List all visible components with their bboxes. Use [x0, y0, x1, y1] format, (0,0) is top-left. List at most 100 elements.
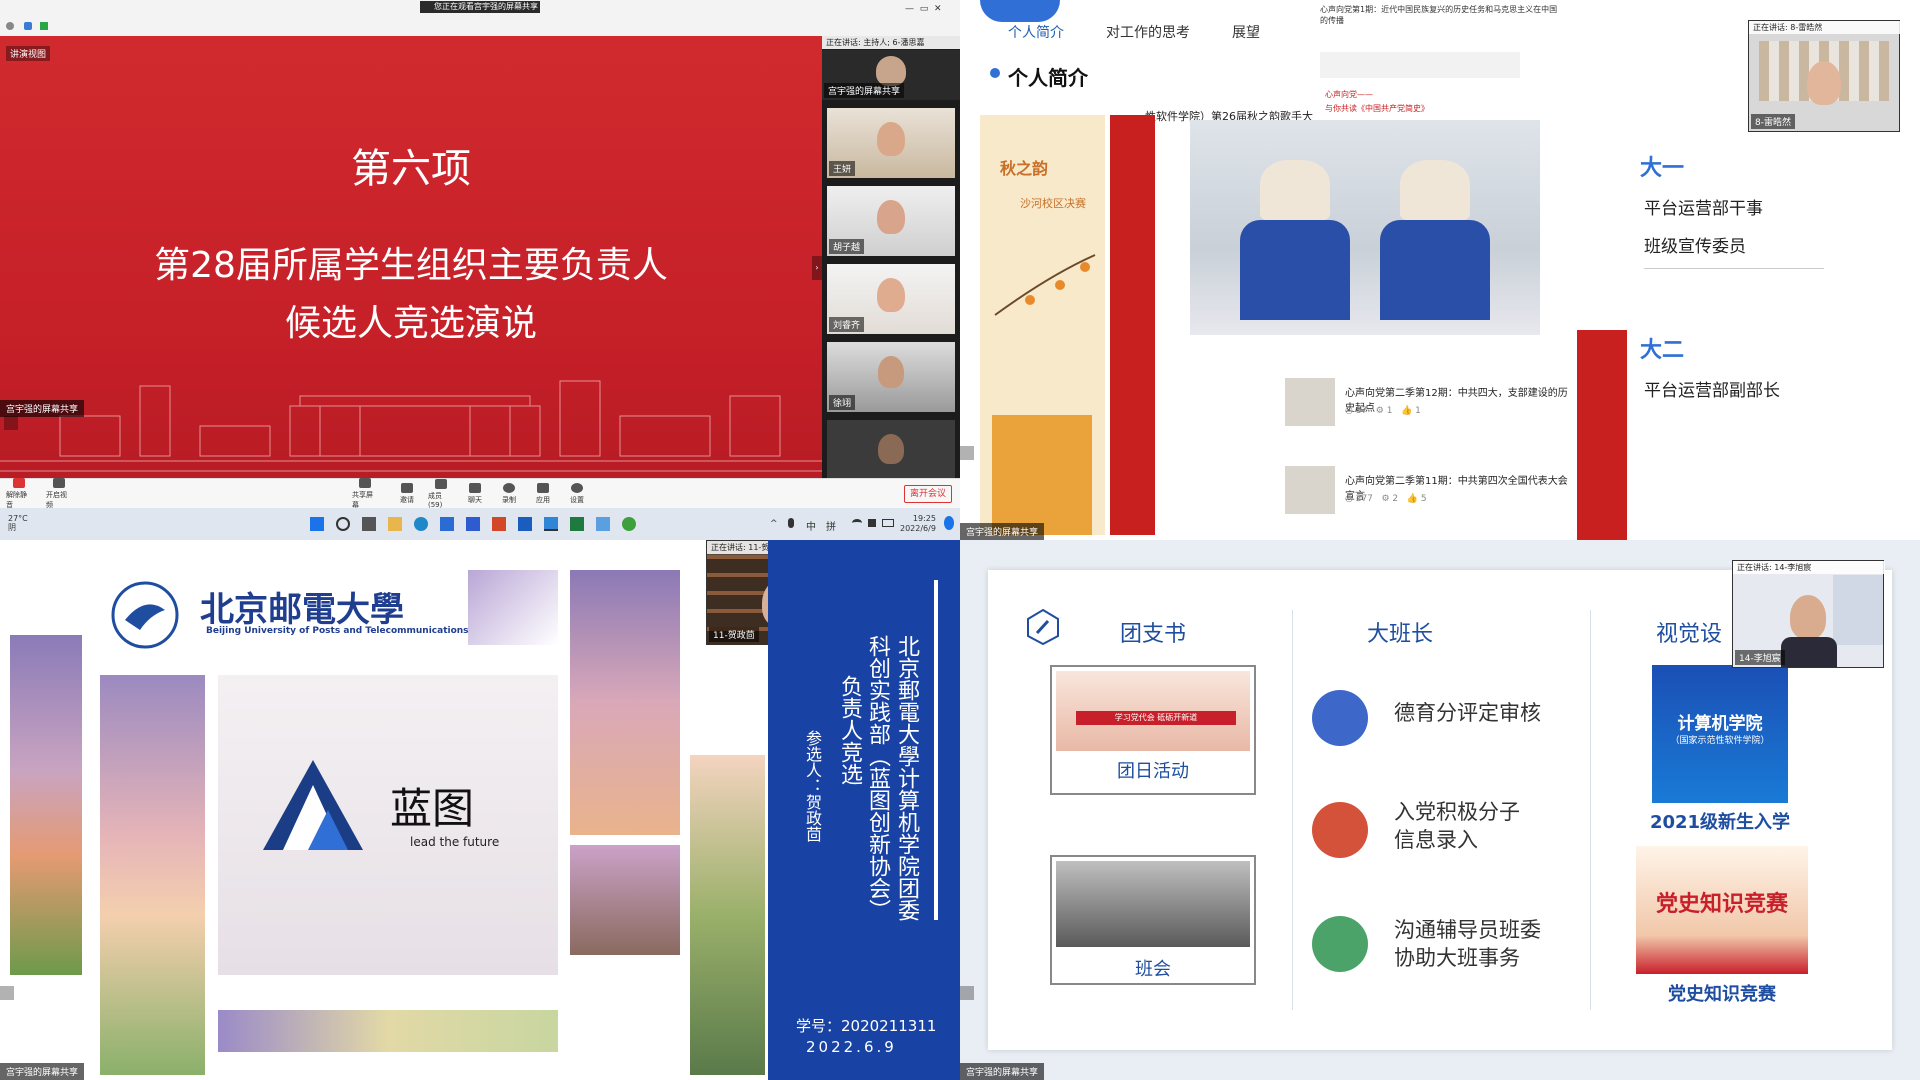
- battery-icon[interactable]: [882, 519, 894, 527]
- feed-thumb: [1285, 378, 1335, 426]
- apps-button[interactable]: 应用: [530, 482, 556, 505]
- chat-button[interactable]: 聊天: [462, 482, 488, 505]
- volunteer-photo: [1190, 120, 1540, 335]
- section-title: 个人简介: [1008, 66, 1088, 90]
- leave-meeting-button[interactable]: 离开会议: [904, 485, 952, 503]
- invite-icon: [401, 482, 413, 493]
- decor-panel: [100, 675, 205, 1075]
- avatar: [878, 356, 904, 388]
- collapse-arrow-icon[interactable]: ›: [812, 256, 822, 280]
- meeting-app-icon[interactable]: [544, 517, 558, 531]
- vertical-title-3: 负责人竞选: [837, 675, 862, 785]
- weather-widget[interactable]: 27°C 阴: [8, 514, 28, 532]
- list-icon[interactable]: [4, 416, 18, 430]
- caption-1: 团日活动: [1117, 761, 1189, 782]
- members-button[interactable]: 成员(59): [428, 478, 454, 509]
- mute-button[interactable]: 解除静音: [6, 477, 32, 510]
- participant-tile[interactable]: 胡子越: [827, 186, 955, 256]
- search-icon[interactable]: [336, 517, 350, 531]
- info-icon[interactable]: [6, 22, 14, 30]
- mail-icon[interactable]: [440, 517, 454, 531]
- red-heading-2: 与你共读《中国共产党简史》: [1325, 104, 1429, 113]
- comment-box[interactable]: [1320, 52, 1520, 78]
- task-view-icon[interactable]: [362, 517, 376, 531]
- tab-outlook[interactable]: 展望: [1232, 22, 1260, 42]
- clock[interactable]: 19:25 2022/6/9: [900, 514, 936, 534]
- persimmon-branch: [994, 254, 1096, 316]
- speaker-video[interactable]: 正在讲话: 8-雷皓然 8-雷皓然: [1748, 20, 1901, 132]
- speaker-icon[interactable]: [868, 519, 876, 527]
- feed-likes: 5: [1420, 494, 1427, 504]
- shield-icon[interactable]: [24, 22, 32, 30]
- members-label: 成员(59): [428, 491, 443, 509]
- year-1: 大一: [1640, 156, 1685, 181]
- notification-icon[interactable]: [944, 516, 954, 530]
- ime-indicator[interactable]: 中: [806, 518, 816, 533]
- participant-tile[interactable]: 刘睿齐: [827, 264, 955, 334]
- participant-name: 胡子越: [829, 239, 865, 254]
- excel-icon[interactable]: [570, 517, 584, 531]
- mute-label: 解除静音: [6, 490, 27, 509]
- office-icon[interactable]: [492, 517, 506, 531]
- window-controls[interactable]: — ▭ ✕: [905, 4, 942, 14]
- gear-icon: [571, 482, 583, 493]
- clock-date: 2022/6/9: [900, 524, 936, 533]
- image-card: 班会: [1050, 855, 1256, 985]
- meeting-toolbar: 解除静音 开启视频 共享屏幕 邀请 成员(59) 聊天 录制 应用 设置 离开会…: [0, 477, 960, 510]
- participant-name: 11-贺政茴: [709, 627, 759, 642]
- col2-item-2: 入党积极分子 信息录入: [1394, 800, 1520, 852]
- slide-title: 第六项: [351, 146, 471, 192]
- participant-tile[interactable]: [827, 420, 955, 478]
- list-icon[interactable]: [0, 986, 14, 1000]
- record-icon: [503, 482, 515, 493]
- feed-stats: ◎ 277 ⚙ 2 👍 5: [1345, 494, 1427, 504]
- chat-label: 聊天: [468, 495, 482, 504]
- student-id: 学号：2020211311: [796, 1017, 937, 1035]
- hat: [1400, 160, 1470, 220]
- participant-tile[interactable]: 宫宇强的屏幕共享: [822, 50, 960, 100]
- mic-off-icon: [13, 477, 25, 488]
- logo-tagline: lead the future: [410, 835, 500, 849]
- window: [1833, 575, 1883, 645]
- red-strip: [1110, 115, 1155, 535]
- share-button[interactable]: 共享屏幕: [352, 477, 378, 510]
- news-header[interactable]: 心声向党第1期：近代中国民族复兴的历史任务和马克思主义在中国的传播: [1320, 4, 1565, 26]
- ime-mode[interactable]: 拼: [826, 518, 836, 533]
- mic-icon[interactable]: [788, 518, 794, 528]
- list-icon[interactable]: [960, 986, 974, 1000]
- view-badge-label: 讲演视图: [10, 50, 47, 60]
- meeting-window-4: 团支书 学习党代会 砥砺开新道 团日活动 班会 大班长 德育分评定审核 入党积极…: [960, 540, 1920, 1080]
- participant-name: 宫宇强的屏幕共享: [824, 83, 905, 98]
- list-icon[interactable]: [960, 446, 974, 460]
- wifi-icon[interactable]: [852, 519, 862, 527]
- campus-lineart: [0, 380, 822, 472]
- participant-tile[interactable]: 王妍: [827, 108, 955, 178]
- decor-circle: [980, 0, 1060, 22]
- wechat-icon[interactable]: [622, 517, 636, 531]
- calendar-icon[interactable]: [596, 517, 610, 531]
- edge-icon[interactable]: [414, 517, 428, 531]
- avatar: [1790, 595, 1826, 639]
- participant-tile[interactable]: 徐翊: [827, 342, 955, 412]
- tab-intro[interactable]: 个人简介: [1008, 22, 1064, 42]
- decor-panel: [468, 570, 558, 645]
- red-heading-1: 心声向党——: [1325, 90, 1373, 99]
- tab-thoughts[interactable]: 对工作的思考: [1106, 22, 1190, 42]
- word-icon[interactable]: [518, 517, 532, 531]
- speaker-video[interactable]: 正在讲话: 14-李旭宸 14-李旭宸: [1732, 560, 1885, 668]
- view-badge[interactable]: 讲演视图: [6, 46, 51, 61]
- col1-title: 团支书: [1120, 622, 1187, 647]
- app-icon[interactable]: [466, 517, 480, 531]
- record-button[interactable]: 录制: [496, 482, 522, 505]
- start-icon[interactable]: [310, 517, 324, 531]
- poster-title: 秋之韵: [1000, 159, 1049, 178]
- folder-icon[interactable]: [388, 517, 402, 531]
- video-button[interactable]: 开启视频: [46, 477, 72, 510]
- role-2: 班级宣传委员: [1644, 237, 1746, 257]
- feed-list: 心声向党第二季第12期：中共四大，支部建设的历史起点 ◎ 87 ⚙ 1 👍 1 …: [1285, 370, 1575, 540]
- settings-button[interactable]: 设置: [564, 482, 590, 505]
- participant-name: 王妍: [829, 161, 856, 176]
- divider: [1644, 268, 1824, 269]
- invite-button[interactable]: 邀请: [394, 482, 420, 505]
- tray-chevron-icon[interactable]: ^: [770, 519, 778, 529]
